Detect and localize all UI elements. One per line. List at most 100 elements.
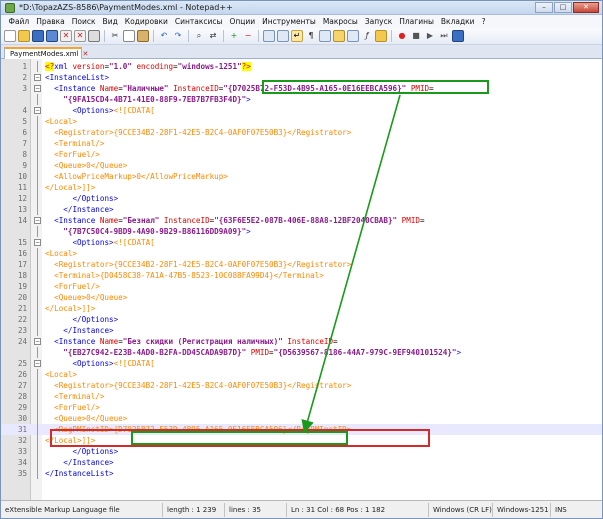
- code-line[interactable]: 4− <Options><![CDATA[: [1, 105, 602, 116]
- indent-guide-icon[interactable]: [319, 30, 331, 42]
- menu-item-11[interactable]: Вкладки: [437, 17, 478, 26]
- menu-item-12[interactable]: ?: [478, 17, 489, 26]
- paste-icon[interactable]: [137, 30, 149, 42]
- code-line[interactable]: 9 <Queue>0</Queue>: [1, 160, 602, 171]
- menu-item-5[interactable]: Синтаксисы: [171, 17, 226, 26]
- maximize-button[interactable]: □: [554, 2, 572, 13]
- tab-paymentmodes-xml[interactable]: PaymentModes.xml ✕: [4, 47, 88, 59]
- run-macro-multiple-icon[interactable]: ⏭: [438, 30, 450, 42]
- close-all-icon[interactable]: ✕: [74, 30, 86, 42]
- sync-horizontal-icon[interactable]: [277, 30, 289, 42]
- save-macro-icon[interactable]: [452, 30, 464, 42]
- menu-item-0[interactable]: Файл: [5, 17, 33, 26]
- code-line[interactable]: 26 <Local>: [1, 369, 602, 380]
- code-line[interactable]: 24− <Instance Name="Без скидки (Регистра…: [1, 336, 602, 347]
- code-line[interactable]: 21 </Local>]]>: [1, 303, 602, 314]
- fold-toggle-icon[interactable]: −: [34, 217, 41, 224]
- play-macro-icon[interactable]: ▶: [424, 30, 436, 42]
- code-line[interactable]: 14− <Instance Name="Безнал" InstanceID="…: [1, 215, 602, 226]
- code-line[interactable]: 15− <Options><![CDATA[: [1, 237, 602, 248]
- language-icon[interactable]: [333, 30, 345, 42]
- fold-guide: [37, 457, 38, 468]
- stop-macro-icon[interactable]: ■: [410, 30, 422, 42]
- fold-toggle-icon[interactable]: −: [34, 107, 41, 114]
- line-number: 20: [17, 293, 27, 302]
- code-line[interactable]: "{9FA15CD4-4B71-41E0-88F9-7EB7B7FB3F4D}"…: [1, 94, 602, 105]
- fold-toggle-icon[interactable]: −: [34, 360, 41, 367]
- menu-item-7[interactable]: Инструменты: [259, 17, 320, 26]
- copy-icon[interactable]: [123, 30, 135, 42]
- code-line[interactable]: "{EB27C942-E23B-4AD0-B2FA-DD45CADA9B7D}"…: [1, 347, 602, 358]
- sync-vertical-icon[interactable]: [263, 30, 275, 42]
- code-line[interactable]: 1 <?xml version="1.0" encoding="windows-1…: [1, 61, 602, 72]
- code-token: <Queue>0</Queue>: [45, 414, 128, 423]
- code-line[interactable]: 33 </Options>: [1, 446, 602, 457]
- code-line[interactable]: 27 <Registrator>{9CCE34B2-28F1-42E5-B2C4…: [1, 380, 602, 391]
- code-token: =: [419, 216, 425, 225]
- menu-item-4[interactable]: Кодировки: [121, 17, 171, 26]
- save-icon[interactable]: [32, 30, 44, 42]
- menu-item-8[interactable]: Макросы: [319, 17, 361, 26]
- minimize-button[interactable]: –: [535, 2, 553, 13]
- replace-icon[interactable]: ⇄: [207, 30, 219, 42]
- code-line[interactable]: 12 </Options>: [1, 193, 602, 204]
- code-line[interactable]: 35 </InstanceList>: [1, 468, 602, 479]
- line-number: 15: [17, 238, 27, 247]
- fold-toggle-icon[interactable]: −: [34, 239, 41, 246]
- code-line[interactable]: 7 <Terminal/>: [1, 138, 602, 149]
- status-encoding[interactable]: Windows-1251: [493, 502, 551, 517]
- code-line[interactable]: 25− <Options><![CDATA[: [1, 358, 602, 369]
- code-line[interactable]: 5 <Local>: [1, 116, 602, 127]
- code-line[interactable]: 10 <AllowPriceMarkup>0</AllowPriceMarkup…: [1, 171, 602, 182]
- close-file-icon[interactable]: ✕: [60, 30, 72, 42]
- menu-item-6[interactable]: Опции: [226, 17, 259, 26]
- code-line[interactable]: 23 </Instance>: [1, 325, 602, 336]
- menu-item-2[interactable]: Поиск: [68, 17, 99, 26]
- redo-icon[interactable]: ↷: [172, 30, 184, 42]
- tab-close-icon[interactable]: ✕: [83, 50, 89, 58]
- zoom-out-icon[interactable]: −: [242, 30, 254, 42]
- close-button[interactable]: ✕: [573, 2, 599, 13]
- code-line[interactable]: 34 </Instance>: [1, 457, 602, 468]
- code-line[interactable]: 18 <Terminal>{D0458C38-7A1A-47B5-8523-10…: [1, 270, 602, 281]
- open-file-icon[interactable]: [18, 30, 30, 42]
- menu-item-10[interactable]: Плагины: [396, 17, 438, 26]
- zoom-in-icon[interactable]: +: [228, 30, 240, 42]
- code-line[interactable]: 13 </Instance>: [1, 204, 602, 215]
- menu-item-3[interactable]: Вид: [99, 17, 121, 26]
- fold-toggle-icon[interactable]: −: [34, 338, 41, 345]
- code-line[interactable]: 11 </Local>]]>: [1, 182, 602, 193]
- new-file-icon[interactable]: [4, 30, 16, 42]
- menu-item-1[interactable]: Правка: [33, 17, 69, 26]
- print-icon[interactable]: [88, 30, 100, 42]
- code-line[interactable]: 19 <ForFuel/>: [1, 281, 602, 292]
- code-line[interactable]: 17 <Registrator>{9CCE34B2-28F1-42E5-B2C4…: [1, 259, 602, 270]
- code-line[interactable]: 16 <Local>: [1, 248, 602, 259]
- code-line[interactable]: 22 </Options>: [1, 314, 602, 325]
- code-line[interactable]: "{7B7C50C4-9BD9-4A90-9B29-B86116DD9A09}"…: [1, 226, 602, 237]
- title-bar[interactable]: *D:\TopazAZS-8586\PaymentModes.xml - Not…: [1, 1, 602, 15]
- fold-toggle-icon[interactable]: −: [34, 74, 41, 81]
- line-number: 3: [22, 84, 27, 93]
- folder-workspace-icon[interactable]: [375, 30, 387, 42]
- function-list-icon[interactable]: ƒ: [361, 30, 373, 42]
- fold-toggle-icon[interactable]: −: [34, 85, 41, 92]
- status-eol[interactable]: Windows (CR LF): [429, 502, 493, 517]
- cut-icon[interactable]: ✂: [109, 30, 121, 42]
- code-line[interactable]: 6 <Registrator>{9CCE34B2-28F1-42E5-B2C4-…: [1, 127, 602, 138]
- save-all-icon[interactable]: [46, 30, 58, 42]
- undo-icon[interactable]: ↶: [158, 30, 170, 42]
- code-line[interactable]: 29 <ForFuel/>: [1, 402, 602, 413]
- code-line[interactable]: 20 <Queue>0</Queue>: [1, 292, 602, 303]
- code-line[interactable]: 30 <Queue>0</Queue>: [1, 413, 602, 424]
- word-wrap-icon[interactable]: ↵: [291, 30, 303, 42]
- code-line[interactable]: 8 <ForFuel/>: [1, 149, 602, 160]
- record-macro-icon[interactable]: ●: [396, 30, 408, 42]
- doc-map-icon[interactable]: [347, 30, 359, 42]
- find-icon[interactable]: ⌕: [193, 30, 205, 42]
- show-all-chars-icon[interactable]: ¶: [305, 30, 317, 42]
- code-line[interactable]: 28 <Terminal/>: [1, 391, 602, 402]
- menu-item-9[interactable]: Запуск: [361, 17, 395, 26]
